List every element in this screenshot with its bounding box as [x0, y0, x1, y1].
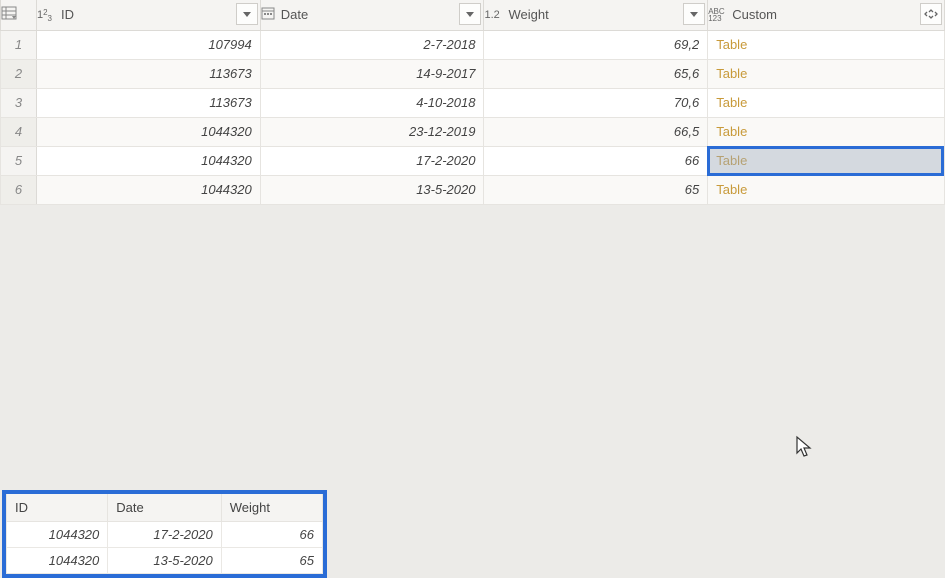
- row-index[interactable]: 4: [1, 117, 37, 146]
- preview-cell-weight[interactable]: 65: [221, 548, 322, 574]
- preview-cell-date[interactable]: 17-2-2020: [108, 522, 221, 548]
- cell-id[interactable]: 113673: [36, 59, 260, 88]
- cell-weight[interactable]: 66,5: [484, 117, 708, 146]
- row-index[interactable]: 6: [1, 175, 37, 204]
- cell-id[interactable]: 1044320: [36, 117, 260, 146]
- cell-id[interactable]: 1044320: [36, 146, 260, 175]
- filter-dropdown-weight[interactable]: [683, 3, 705, 25]
- preview-row[interactable]: 104432013-5-202065: [7, 548, 323, 574]
- cell-custom-link[interactable]: Table: [708, 117, 945, 146]
- cell-date[interactable]: 23-12-2019: [260, 117, 484, 146]
- preview-cell-date[interactable]: 13-5-2020: [108, 548, 221, 574]
- column-label: ID: [61, 7, 74, 22]
- preview-table: ID Date Weight 104432017-2-2020661044320…: [6, 494, 323, 574]
- cell-date[interactable]: 2-7-2018: [260, 30, 484, 59]
- cell-custom-link[interactable]: Table: [708, 88, 945, 117]
- cell-date[interactable]: 17-2-2020: [260, 146, 484, 175]
- preview-cell-id[interactable]: 1044320: [7, 522, 108, 548]
- cell-weight[interactable]: 65: [484, 175, 708, 204]
- cell-weight[interactable]: 69,2: [484, 30, 708, 59]
- decimal-type-icon: 1.2: [484, 9, 502, 21]
- preview-col-date[interactable]: Date: [108, 494, 221, 522]
- cell-date[interactable]: 4-10-2018: [260, 88, 484, 117]
- cell-date[interactable]: 14-9-2017: [260, 59, 484, 88]
- row-index[interactable]: 3: [1, 88, 37, 117]
- column-label: Custom: [732, 7, 777, 22]
- table-row[interactable]: 5104432017-2-202066Table: [1, 146, 945, 175]
- cell-id[interactable]: 113673: [36, 88, 260, 117]
- preview-panel: ID Date Weight 104432017-2-2020661044320…: [2, 490, 327, 578]
- row-index[interactable]: 1: [1, 30, 37, 59]
- cell-id[interactable]: 107994: [36, 30, 260, 59]
- table-corner-button[interactable]: [1, 0, 37, 30]
- cell-custom-link[interactable]: Table: [708, 30, 945, 59]
- expand-column-button[interactable]: [920, 3, 942, 25]
- table-row[interactable]: 6104432013-5-202065Table: [1, 175, 945, 204]
- filter-dropdown-id[interactable]: [236, 3, 258, 25]
- cell-custom-link[interactable]: Table: [708, 146, 945, 175]
- cell-custom-link[interactable]: Table: [708, 59, 945, 88]
- table-row[interactable]: 11079942-7-201869,2Table: [1, 30, 945, 59]
- column-label: Date: [281, 7, 308, 22]
- column-header-date[interactable]: Date: [260, 0, 484, 30]
- preview-cell-id[interactable]: 1044320: [7, 548, 108, 574]
- table-row[interactable]: 4104432023-12-201966,5Table: [1, 117, 945, 146]
- cell-weight[interactable]: 66: [484, 146, 708, 175]
- cell-date[interactable]: 13-5-2020: [260, 175, 484, 204]
- row-index[interactable]: 2: [1, 59, 37, 88]
- preview-col-weight[interactable]: Weight: [221, 494, 322, 522]
- cell-id[interactable]: 1044320: [36, 175, 260, 204]
- main-data-table: 123 ID Date 1: [0, 0, 945, 205]
- cell-weight[interactable]: 65,6: [484, 59, 708, 88]
- preview-row[interactable]: 104432017-2-202066: [7, 522, 323, 548]
- table-row[interactable]: 211367314-9-201765,6Table: [1, 59, 945, 88]
- filter-dropdown-date[interactable]: [459, 3, 481, 25]
- date-type-icon: [261, 6, 275, 23]
- preview-col-id[interactable]: ID: [7, 494, 108, 522]
- mouse-cursor-icon: [795, 435, 815, 459]
- int-type-icon: 123: [37, 9, 55, 21]
- row-index[interactable]: 5: [1, 146, 37, 175]
- any-type-icon: ABC123: [708, 8, 726, 22]
- column-header-weight[interactable]: 1.2 Weight: [484, 0, 708, 30]
- table-row[interactable]: 31136734-10-201870,6Table: [1, 88, 945, 117]
- preview-cell-weight[interactable]: 66: [221, 522, 322, 548]
- column-header-id[interactable]: 123 ID: [36, 0, 260, 30]
- cell-weight[interactable]: 70,6: [484, 88, 708, 117]
- cell-custom-link[interactable]: Table: [708, 175, 945, 204]
- column-header-custom[interactable]: ABC123 Custom: [708, 0, 945, 30]
- column-label: Weight: [508, 7, 548, 22]
